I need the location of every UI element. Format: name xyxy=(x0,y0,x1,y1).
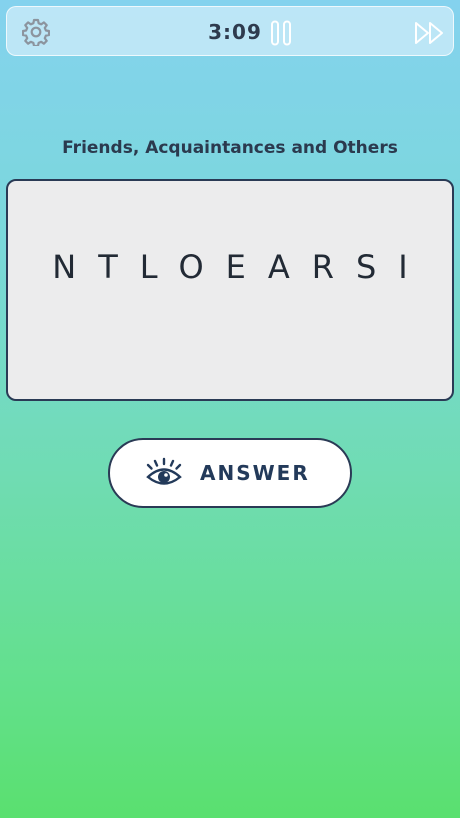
pause-button[interactable] xyxy=(269,20,293,46)
answer-button[interactable]: ANSWER xyxy=(108,438,352,508)
answer-label: ANSWER xyxy=(200,461,310,485)
timer: 3:09 xyxy=(208,20,262,44)
category-title: Friends, Acquaintances and Others xyxy=(62,138,398,158)
fast-forward-icon xyxy=(415,22,443,44)
pause-icon xyxy=(271,20,291,46)
letters-card: NTLOEARSI xyxy=(6,179,454,401)
skip-button[interactable] xyxy=(413,20,447,46)
top-bar: 3:09 xyxy=(6,6,454,56)
scrambled-letters: NTLOEARSI xyxy=(52,248,430,286)
gear-icon xyxy=(22,18,50,46)
settings-button[interactable] xyxy=(21,17,51,47)
eye-icon xyxy=(146,457,182,485)
